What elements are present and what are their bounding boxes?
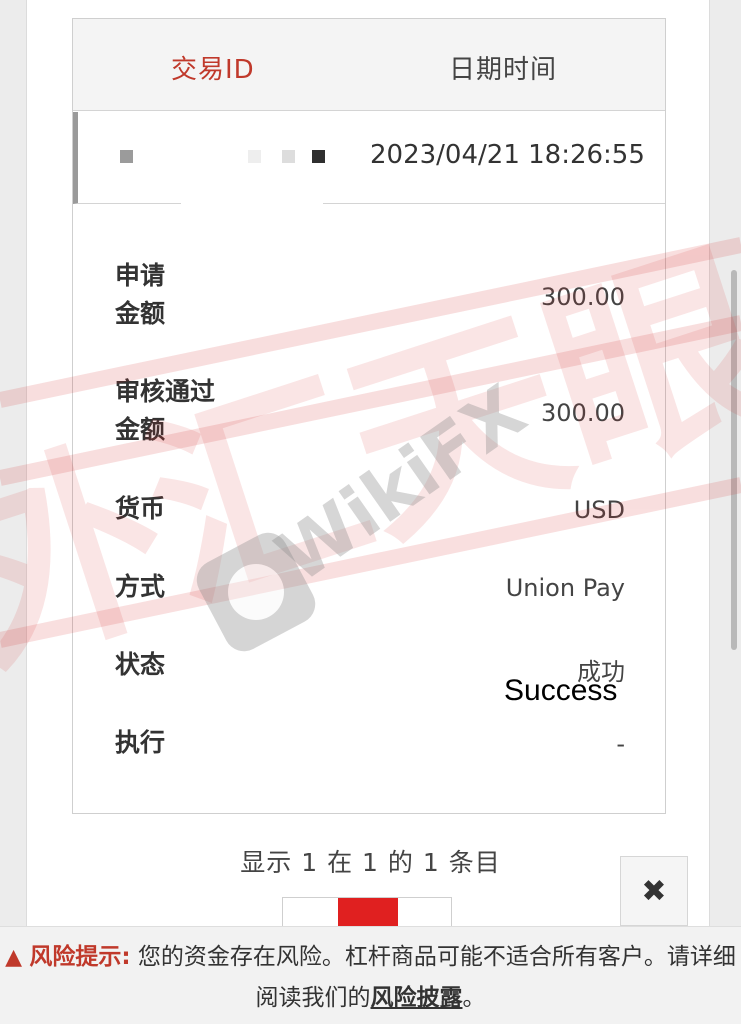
detail-value-method: Union Pay bbox=[505, 574, 625, 602]
column-header-transaction-id[interactable]: 交易ID bbox=[171, 49, 255, 86]
detail-value-execution: - bbox=[616, 730, 625, 758]
redacted-transaction-id bbox=[248, 150, 261, 163]
detail-label-method: 方式 bbox=[115, 572, 166, 601]
risk-warning-label: 风险提示: bbox=[29, 944, 131, 970]
row-gap bbox=[181, 201, 323, 211]
warning-icon: ▲ bbox=[5, 945, 23, 970]
risk-warning-end: 。 bbox=[462, 985, 486, 1011]
scrollbar[interactable] bbox=[731, 270, 737, 650]
redacted-transaction-id bbox=[120, 150, 133, 163]
close-icon: ✖ bbox=[641, 873, 667, 909]
detail-label-currency: 货币 bbox=[115, 494, 166, 523]
row-datetime: 2023/04/21 18:26:55 bbox=[370, 140, 645, 170]
detail-value-approved-amount: 300.00 bbox=[541, 399, 625, 427]
redacted-transaction-id bbox=[312, 150, 325, 163]
detail-value-requested-amount: 300.00 bbox=[541, 283, 625, 311]
pagination-control bbox=[282, 897, 452, 928]
table-row[interactable]: 2023/04/21 18:26:55 bbox=[73, 112, 665, 204]
close-button[interactable]: ✖ bbox=[620, 856, 688, 926]
risk-warning-bar: ▲ 风险提示: 您的资金存在风险。杠杆商品可能不适合所有客户。请详细阅读我们的风… bbox=[0, 926, 741, 1024]
status-annotation: Success bbox=[504, 674, 618, 707]
detail-label-status: 状态 bbox=[115, 650, 166, 679]
detail-label-approved-amount: 审核通过 金额 bbox=[115, 377, 216, 444]
redacted-transaction-id bbox=[282, 150, 295, 163]
risk-disclosure-link[interactable]: 风险披露 bbox=[371, 985, 463, 1011]
column-header-datetime[interactable]: 日期时间 bbox=[449, 49, 557, 86]
table-header: 交易ID 日期时间 bbox=[73, 19, 665, 111]
pagination-page-active[interactable] bbox=[338, 898, 398, 928]
detail-label-execution: 执行 bbox=[115, 728, 166, 757]
detail-value-currency: USD bbox=[573, 496, 625, 524]
detail-label-requested-amount: 申请 金额 bbox=[115, 261, 166, 328]
